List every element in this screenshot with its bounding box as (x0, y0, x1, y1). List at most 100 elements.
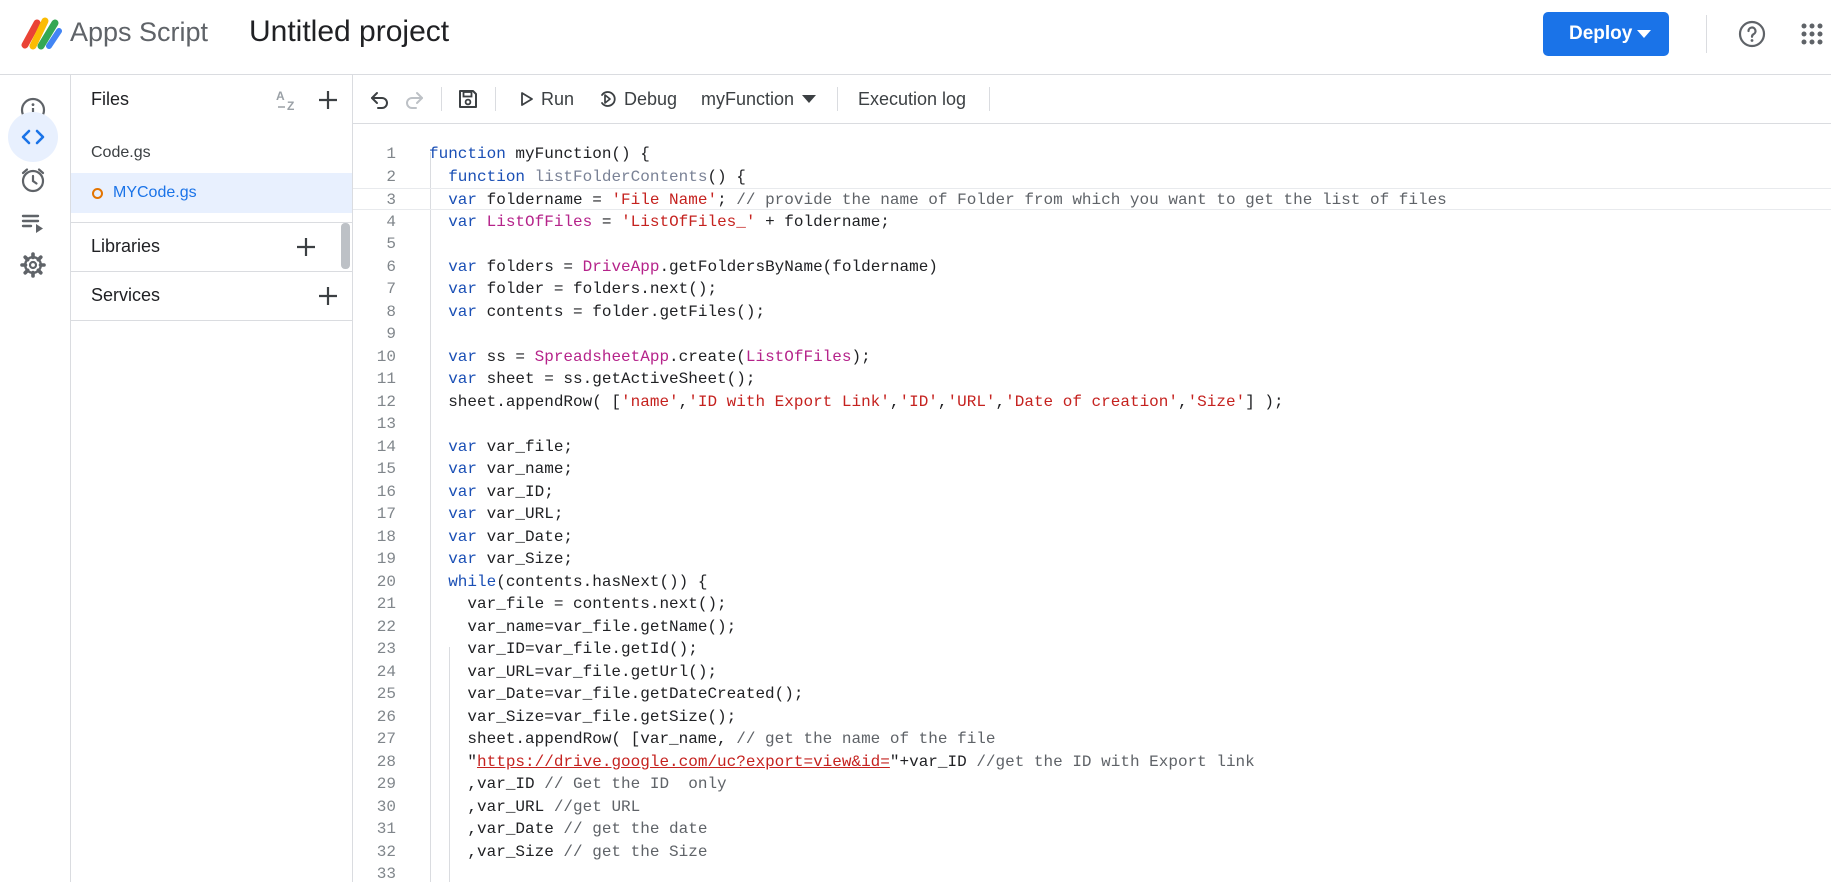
add-file-icon[interactable] (316, 88, 340, 112)
execution-log-button[interactable]: Execution log (858, 75, 966, 123)
deploy-label: Deploy (1569, 23, 1633, 44)
execution-log-label: Execution log (858, 88, 967, 109)
code-text: var_URL=var_file.getUrl(); (429, 662, 718, 681)
line-number: 11 (376, 370, 396, 388)
code-line[interactable]: 12 sheet.appendRow( ['name','ID with Exp… (353, 391, 1831, 413)
code-line[interactable]: 33 (353, 863, 1831, 882)
add-library-icon[interactable] (294, 235, 318, 259)
code-text: var ListOfFiles = 'ListOfFiles_' + folde… (448, 212, 890, 231)
code-text: ,var_ID // Get the ID only (429, 775, 727, 793)
code-line[interactable]: 1 function myFunction() { (353, 143, 1831, 165)
line-number: 15 (376, 460, 396, 478)
function-selector-value: myFunction (701, 88, 795, 109)
line-number: 29 (376, 775, 396, 793)
code-text: var folder = folders.next(); (448, 280, 718, 298)
file-item-code-gs[interactable]: Code.gs (71, 133, 352, 173)
code-line[interactable]: 9 (353, 323, 1831, 345)
line-number: 4 (386, 212, 396, 231)
code-line[interactable]: 8 var contents = folder.getFiles(); (353, 301, 1831, 323)
code-line[interactable]: 6 var folders = DriveApp.getFoldersByNam… (353, 256, 1831, 278)
save-button[interactable] (457, 75, 479, 123)
code-text: ,var_URL //get URL (429, 797, 641, 816)
code-line[interactable]: 14 var var_file; (353, 436, 1831, 458)
help-icon[interactable] (1738, 20, 1766, 48)
svg-text:A: A (276, 89, 285, 103)
run-button[interactable]: Run (519, 75, 574, 123)
code-line[interactable]: 15 var var_name; (353, 458, 1831, 480)
code-line[interactable]: 31 ,var_Date // get the date (353, 818, 1831, 840)
app-name[interactable]: Apps Script (70, 17, 208, 48)
sort-az-icon[interactable]: A Z (275, 87, 305, 113)
code-line[interactable]: 13 (353, 413, 1831, 435)
code-icon (21, 129, 45, 145)
libraries-heading: Libraries (91, 236, 161, 256)
panel-scrollbar[interactable] (341, 223, 350, 269)
debug-button[interactable]: Debug (598, 75, 677, 123)
code-line[interactable]: 24 var_URL=var_file.getUrl(); (353, 661, 1831, 683)
code-line[interactable]: 5 (353, 233, 1831, 255)
rail-settings[interactable] (8, 240, 58, 290)
file-name: MYCode.gs (113, 184, 197, 201)
apps-script-logo[interactable] (21, 15, 63, 51)
code-text: var var_file; (448, 437, 574, 456)
code-text: var var_Size; (448, 550, 574, 568)
code-line[interactable]: 7 var folder = folders.next(); (353, 278, 1831, 300)
project-title[interactable]: Untitled project (249, 15, 449, 49)
code-line[interactable]: 10 var ss = SpreadsheetApp.create(ListOf… (353, 346, 1831, 368)
code-line[interactable]: 21 var_file = contents.next(); (353, 593, 1831, 615)
services-heading: Services (91, 285, 161, 305)
code-line[interactable]: 27 sheet.appendRow( [var_name, // get th… (353, 728, 1831, 750)
code-text: var_Date=var_file.getDateCreated(); (429, 685, 804, 703)
line-number: 19 (376, 550, 396, 568)
code-line[interactable]: 26 var_Size=var_file.getSize(); (353, 706, 1831, 728)
files-panel: Files A Z Code.gs MYCode.gs Libraries Se… (71, 75, 353, 882)
debug-label: Debug (624, 88, 678, 109)
code-text: var folders = DriveApp.getFoldersByName(… (448, 257, 938, 276)
code-line[interactable]: 30 ,var_URL //get URL (353, 796, 1831, 818)
undo-button[interactable] (369, 75, 391, 123)
deploy-button[interactable]: Deploy (1543, 12, 1669, 56)
code-line[interactable]: 23 var_ID=var_file.getId(); (353, 638, 1831, 660)
code-line[interactable]: 19 var var_Size; (353, 548, 1831, 570)
code-text: var sheet = ss.getActiveSheet(); (448, 370, 756, 388)
top-app-bar: Apps Script Untitled project Deploy (0, 0, 1831, 75)
code-line[interactable]: 16 var var_ID; (353, 481, 1831, 503)
executions-icon (21, 214, 43, 233)
redo-button[interactable] (403, 75, 425, 123)
code-line[interactable]: 4 var ListOfFiles = 'ListOfFiles_' + fol… (353, 211, 1831, 233)
clock-icon (21, 168, 45, 193)
code-line[interactable]: 25 var_Date=var_file.getDateCreated(); (353, 683, 1831, 705)
toolbar-divider (441, 87, 442, 111)
code-line[interactable]: 29 ,var_ID // Get the ID only (353, 773, 1831, 795)
code-line[interactable]: 28 "https://drive.google.com/uc?export=v… (353, 751, 1831, 773)
line-number: 16 (376, 482, 396, 501)
function-selector-dropdown[interactable]: myFunction (701, 75, 817, 123)
code-line[interactable]: 22 var_name=var_file.getName(); (353, 616, 1831, 638)
code-line[interactable]: 32 ,var_Size // get the Size (353, 841, 1831, 863)
code-text: var var_Date; (448, 527, 574, 546)
code-line[interactable]: 20 while(contents.hasNext()) { (353, 571, 1831, 593)
line-number: 26 (376, 707, 396, 726)
left-navigation-rail (0, 75, 71, 882)
code-line[interactable]: 17 var var_URL; (353, 503, 1831, 525)
code-text: var var_ID; (448, 482, 554, 501)
line-number: 18 (376, 527, 396, 546)
code-line[interactable]: 2 function listFolderContents() { (353, 166, 1831, 188)
add-service-icon[interactable] (316, 284, 340, 308)
file-item-mycode-gs[interactable]: MYCode.gs (71, 173, 352, 213)
file-name: Code.gs (91, 144, 151, 161)
svg-text:Z: Z (287, 99, 294, 113)
google-apps-icon[interactable] (1800, 22, 1824, 46)
code-line[interactable]: 3 var foldername = 'File Name'; // provi… (353, 188, 1831, 210)
code-line[interactable]: 18 var var_Date; (353, 526, 1831, 548)
gear-icon (20, 252, 46, 278)
code-line[interactable]: 11 var sheet = ss.getActiveSheet(); (353, 368, 1831, 390)
line-number: 25 (376, 685, 396, 703)
run-label: Run (541, 88, 575, 109)
code-editor[interactable]: 1 function myFunction() {2 function listF… (353, 124, 1831, 882)
line-number: 2 (386, 167, 396, 186)
line-number: 12 (376, 392, 396, 411)
line-number: 17 (376, 505, 396, 523)
line-number: 6 (386, 257, 396, 276)
play-icon (521, 92, 533, 106)
